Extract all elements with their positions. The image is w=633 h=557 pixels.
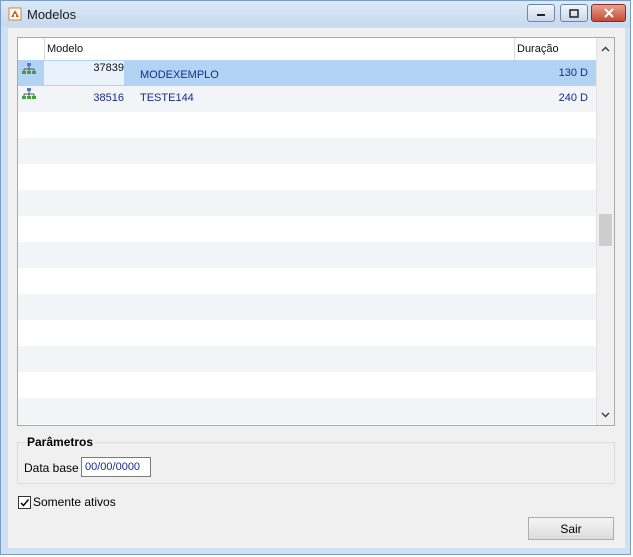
column-header-duracao[interactable]: Duração	[514, 38, 600, 60]
date-base-input[interactable]	[81, 457, 151, 477]
empty-row	[18, 320, 597, 346]
model-tree-icon	[21, 60, 39, 86]
empty-row	[18, 346, 597, 372]
table-row[interactable]: 37839 MODEXEMPLO 130 D	[18, 60, 597, 86]
scroll-thumb[interactable]	[599, 214, 612, 246]
model-duration: 130 D	[558, 67, 588, 79]
empty-row	[18, 242, 597, 268]
table-row[interactable]: 38516 TESTE144 240 D	[18, 86, 597, 112]
model-name: MODEXEMPLO	[140, 69, 219, 81]
close-icon	[603, 8, 614, 18]
empty-row	[18, 138, 597, 164]
empty-row	[18, 372, 597, 398]
title-bar[interactable]: Modelos	[1, 1, 630, 27]
empty-row	[18, 294, 597, 320]
close-button[interactable]	[591, 4, 626, 22]
maximize-button[interactable]	[560, 4, 588, 22]
parameters-title: Parâmetros	[25, 435, 96, 449]
minimize-icon	[537, 14, 545, 16]
active-only-checkbox-row[interactable]: Somente ativos	[18, 495, 116, 509]
scroll-down-button[interactable]	[597, 406, 614, 423]
parameters-group: Parâmetros Data base	[17, 435, 615, 484]
empty-row	[18, 164, 597, 190]
maximize-icon	[569, 8, 579, 18]
date-base-label: Data base	[24, 461, 79, 475]
minimize-button[interactable]	[527, 4, 555, 22]
active-only-label: Somente ativos	[33, 495, 116, 509]
vertical-scrollbar[interactable]	[596, 38, 614, 425]
empty-row	[18, 216, 597, 242]
model-code: 37839	[93, 62, 124, 74]
client-area: Modelo Duração 37839 MODEXEMPLO 130 D 38…	[8, 28, 625, 548]
checkmark-icon	[20, 498, 30, 507]
empty-row	[18, 112, 597, 138]
chevron-down-icon	[601, 411, 610, 418]
model-code: 38516	[93, 92, 124, 104]
grid-header: Modelo Duração	[18, 38, 597, 61]
model-name: TESTE144	[140, 92, 194, 104]
scroll-up-button[interactable]	[597, 40, 614, 57]
app-icon	[8, 7, 22, 21]
model-tree-icon	[21, 86, 39, 112]
column-header-modelo[interactable]: Modelo	[44, 38, 515, 60]
empty-row	[18, 398, 597, 424]
exit-button[interactable]: Sair	[528, 517, 614, 540]
empty-row	[18, 190, 597, 216]
empty-row	[18, 268, 597, 294]
window-title: Modelos	[27, 7, 77, 22]
models-grid[interactable]: Modelo Duração 37839 MODEXEMPLO 130 D 38…	[17, 37, 615, 426]
model-duration: 240 D	[558, 92, 588, 104]
active-only-checkbox[interactable]	[18, 495, 31, 509]
grid-rows: 37839 MODEXEMPLO 130 D 38516 TESTE144 24…	[18, 60, 597, 424]
modelos-window: Modelos Modelo Duração 37839 MODEXEMPLO …	[0, 0, 631, 555]
chevron-up-icon	[601, 45, 610, 52]
